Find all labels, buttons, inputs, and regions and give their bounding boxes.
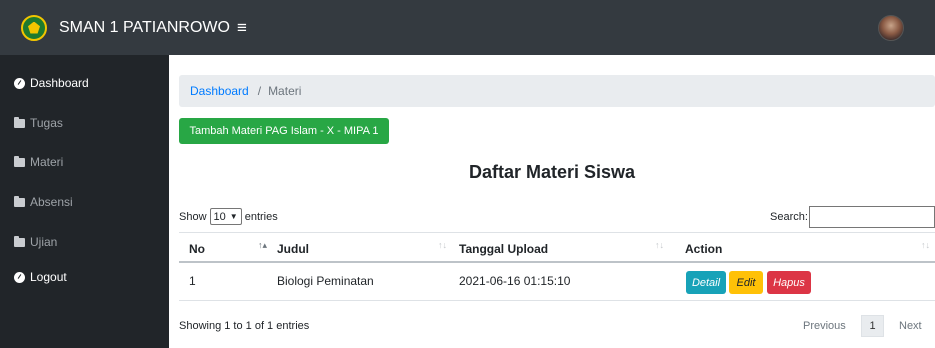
sort-asc-icon[interactable]: ↑▴ bbox=[258, 240, 267, 251]
sidebar-item-label: Logout bbox=[30, 270, 67, 284]
hamburger-icon[interactable]: ≡ bbox=[237, 19, 247, 36]
school-logo[interactable] bbox=[21, 14, 47, 41]
column-header-judul[interactable]: Judul bbox=[277, 242, 309, 256]
column-header-no[interactable]: No bbox=[189, 242, 205, 256]
column-header-action[interactable]: Action bbox=[685, 242, 722, 256]
sidebar-item-logout[interactable]: Logout bbox=[14, 270, 67, 284]
show-entries-control: Show 10 ▼ entries bbox=[179, 208, 278, 225]
add-materi-button[interactable]: Tambah Materi PAG Islam - X - MIPA 1 bbox=[179, 118, 389, 144]
top-navbar: SMAN 1 PATIANROWO ≡ bbox=[0, 0, 935, 55]
brand-name[interactable]: SMAN 1 PATIANROWO bbox=[59, 19, 230, 37]
detail-button[interactable]: Detail bbox=[686, 271, 726, 294]
sidebar: Dashboard Tugas Materi Absensi Ujian Log… bbox=[0, 55, 169, 348]
folder-icon bbox=[14, 155, 25, 167]
entries-label: entries bbox=[244, 210, 278, 223]
entries-select-value: 10 bbox=[213, 210, 226, 223]
folder-icon bbox=[14, 235, 25, 247]
cell-no: 1 bbox=[189, 274, 196, 288]
pagination-previous[interactable]: Previous bbox=[803, 320, 846, 332]
sidebar-item-label: Dashboard bbox=[30, 76, 89, 90]
pagination-next[interactable]: Next bbox=[899, 320, 922, 332]
chevron-down-icon: ▼ bbox=[229, 212, 238, 221]
sidebar-item-label: Tugas bbox=[30, 116, 63, 130]
sort-icon[interactable]: ↑↓ bbox=[438, 240, 447, 250]
hapus-button[interactable]: Hapus bbox=[767, 271, 811, 294]
cell-tanggal-upload: 2021-06-16 01:15:10 bbox=[459, 274, 571, 288]
tachometer-icon bbox=[14, 271, 25, 283]
breadcrumb-home-link[interactable]: Dashboard bbox=[190, 84, 249, 98]
user-avatar[interactable] bbox=[878, 15, 904, 41]
sidebar-item-tugas[interactable]: Tugas bbox=[14, 116, 63, 130]
logo-emblem bbox=[28, 21, 40, 34]
breadcrumb: Dashboard / Materi bbox=[179, 75, 935, 107]
table-header: No ↑▴ Judul ↑↓ Tanggal Upload ↑↓ Action … bbox=[179, 232, 935, 263]
breadcrumb-current: Materi bbox=[268, 84, 302, 98]
pagination-page-1[interactable]: 1 bbox=[861, 315, 884, 337]
sidebar-item-absensi[interactable]: Absensi bbox=[14, 195, 73, 209]
main-content: Dashboard / Materi Tambah Materi PAG Isl… bbox=[169, 55, 935, 348]
edit-button[interactable]: Edit bbox=[729, 271, 763, 294]
tachometer-icon bbox=[14, 77, 25, 89]
sidebar-item-dashboard[interactable]: Dashboard bbox=[14, 76, 89, 90]
cell-judul: Biologi Peminatan bbox=[277, 274, 374, 288]
sort-icon[interactable]: ↑↓ bbox=[921, 240, 930, 250]
search-label: Search: bbox=[770, 211, 808, 223]
entries-select[interactable]: 10 ▼ bbox=[209, 208, 242, 225]
sidebar-item-label: Materi bbox=[30, 155, 64, 169]
table-info: Showing 1 to 1 of 1 entries bbox=[179, 320, 310, 332]
folder-icon bbox=[14, 195, 25, 207]
sidebar-item-materi[interactable]: Materi bbox=[14, 155, 63, 169]
table-row: 1 Biologi Peminatan 2021-06-16 01:15:10 … bbox=[179, 263, 935, 301]
sidebar-item-ujian[interactable]: Ujian bbox=[14, 235, 57, 249]
sort-icon[interactable]: ↑↓ bbox=[655, 240, 664, 250]
search-input[interactable] bbox=[809, 206, 935, 228]
folder-icon bbox=[14, 116, 25, 128]
page-title: Daftar Materi Siswa bbox=[468, 162, 636, 182]
column-header-tanggal-upload[interactable]: Tanggal Upload bbox=[459, 242, 548, 256]
breadcrumb-separator: / bbox=[257, 84, 262, 98]
sidebar-item-label: Ujian bbox=[30, 235, 58, 249]
sidebar-item-label: Absensi bbox=[30, 195, 73, 209]
show-label: Show bbox=[179, 210, 207, 223]
